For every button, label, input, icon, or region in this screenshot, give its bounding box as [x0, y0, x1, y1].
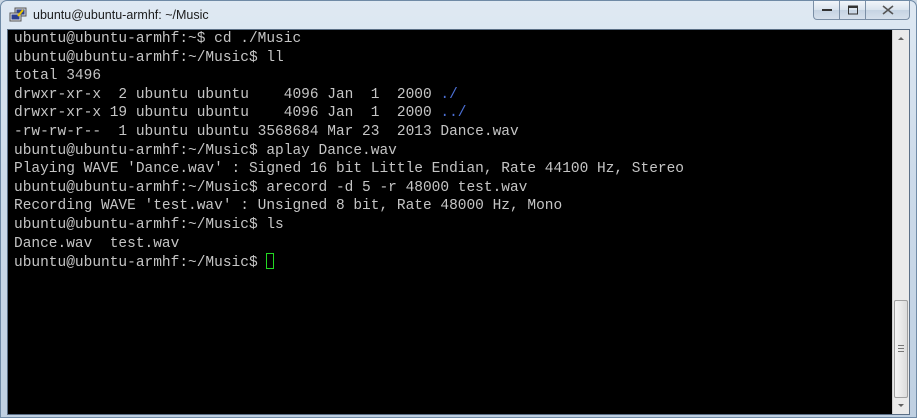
- directory-name: ../: [440, 105, 467, 122]
- scroll-thumb[interactable]: [894, 300, 908, 398]
- terminal-line: Playing WAVE 'Dance.wav' : Signed 16 bit…: [14, 161, 685, 178]
- terminal-line: ubuntu@ubuntu-armhf:~/Music$ aplay Dance…: [14, 142, 397, 159]
- directory-name: ./: [440, 86, 458, 103]
- chevron-down-icon: [898, 404, 904, 407]
- grip-line: [898, 348, 904, 349]
- terminal-line: ubuntu@ubuntu-armhf:~$ cd ./Music: [14, 31, 302, 47]
- grip-line: [898, 351, 904, 352]
- terminal-output[interactable]: ubuntu@ubuntu-armhf:~$ cd ./Music ubuntu…: [8, 30, 892, 414]
- chevron-up-icon: [898, 37, 904, 40]
- text-cursor: [266, 253, 275, 270]
- vertical-scrollbar[interactable]: [892, 30, 909, 414]
- title-bar[interactable]: ubuntu@ubuntu-armhf: ~/Music: [1, 1, 916, 29]
- minimize-button[interactable]: [813, 1, 840, 20]
- terminal-line: drwxr-xr-x 2 ubuntu ubuntu 4096 Jan 1 20…: [14, 86, 892, 105]
- putty-icon: [9, 7, 27, 22]
- terminal-line: ubuntu@ubuntu-armhf:~/Music$ arecord -d …: [14, 179, 528, 196]
- listing-text: drwxr-xr-x 19 ubuntu ubuntu 4096 Jan 1 2…: [14, 105, 441, 122]
- terminal-line: drwxr-xr-x 19 ubuntu ubuntu 4096 Jan 1 2…: [14, 104, 892, 123]
- terminal-line: -rw-rw-r-- 1 ubuntu ubuntu 3568684 Mar 2…: [14, 123, 519, 140]
- listing-text: drwxr-xr-x 2 ubuntu ubuntu 4096 Jan 1 20…: [14, 86, 441, 103]
- terminal-window: ubuntu@ubuntu-armhf: ~/Music ubuntu@ubun…: [0, 0, 917, 418]
- terminal-line: total 3496: [14, 68, 102, 85]
- terminal-line: ubuntu@ubuntu-armhf:~/Music$ ll: [14, 49, 284, 66]
- close-icon: [882, 5, 893, 15]
- prompt-text: ubuntu@ubuntu-armhf:~/Music$: [14, 255, 267, 272]
- terminal-prompt-line: ubuntu@ubuntu-armhf:~/Music$: [14, 253, 892, 272]
- grip-line: [898, 345, 904, 346]
- window-title: ubuntu@ubuntu-armhf: ~/Music: [33, 8, 209, 22]
- window-controls: [813, 1, 910, 21]
- terminal-line: ubuntu@ubuntu-armhf:~/Music$ ls: [14, 216, 284, 233]
- close-button[interactable]: [866, 1, 910, 20]
- scroll-up-button[interactable]: [893, 30, 909, 47]
- maximize-button[interactable]: [840, 1, 866, 20]
- terminal-line: Dance.wav test.wav: [14, 235, 180, 252]
- scroll-down-button[interactable]: [893, 397, 909, 414]
- terminal-area[interactable]: ubuntu@ubuntu-armhf:~$ cd ./Music ubuntu…: [7, 29, 910, 415]
- terminal-line: Recording WAVE 'test.wav' : Unsigned 8 b…: [14, 198, 563, 215]
- minimize-icon: [821, 9, 832, 11]
- maximize-icon: [847, 5, 858, 15]
